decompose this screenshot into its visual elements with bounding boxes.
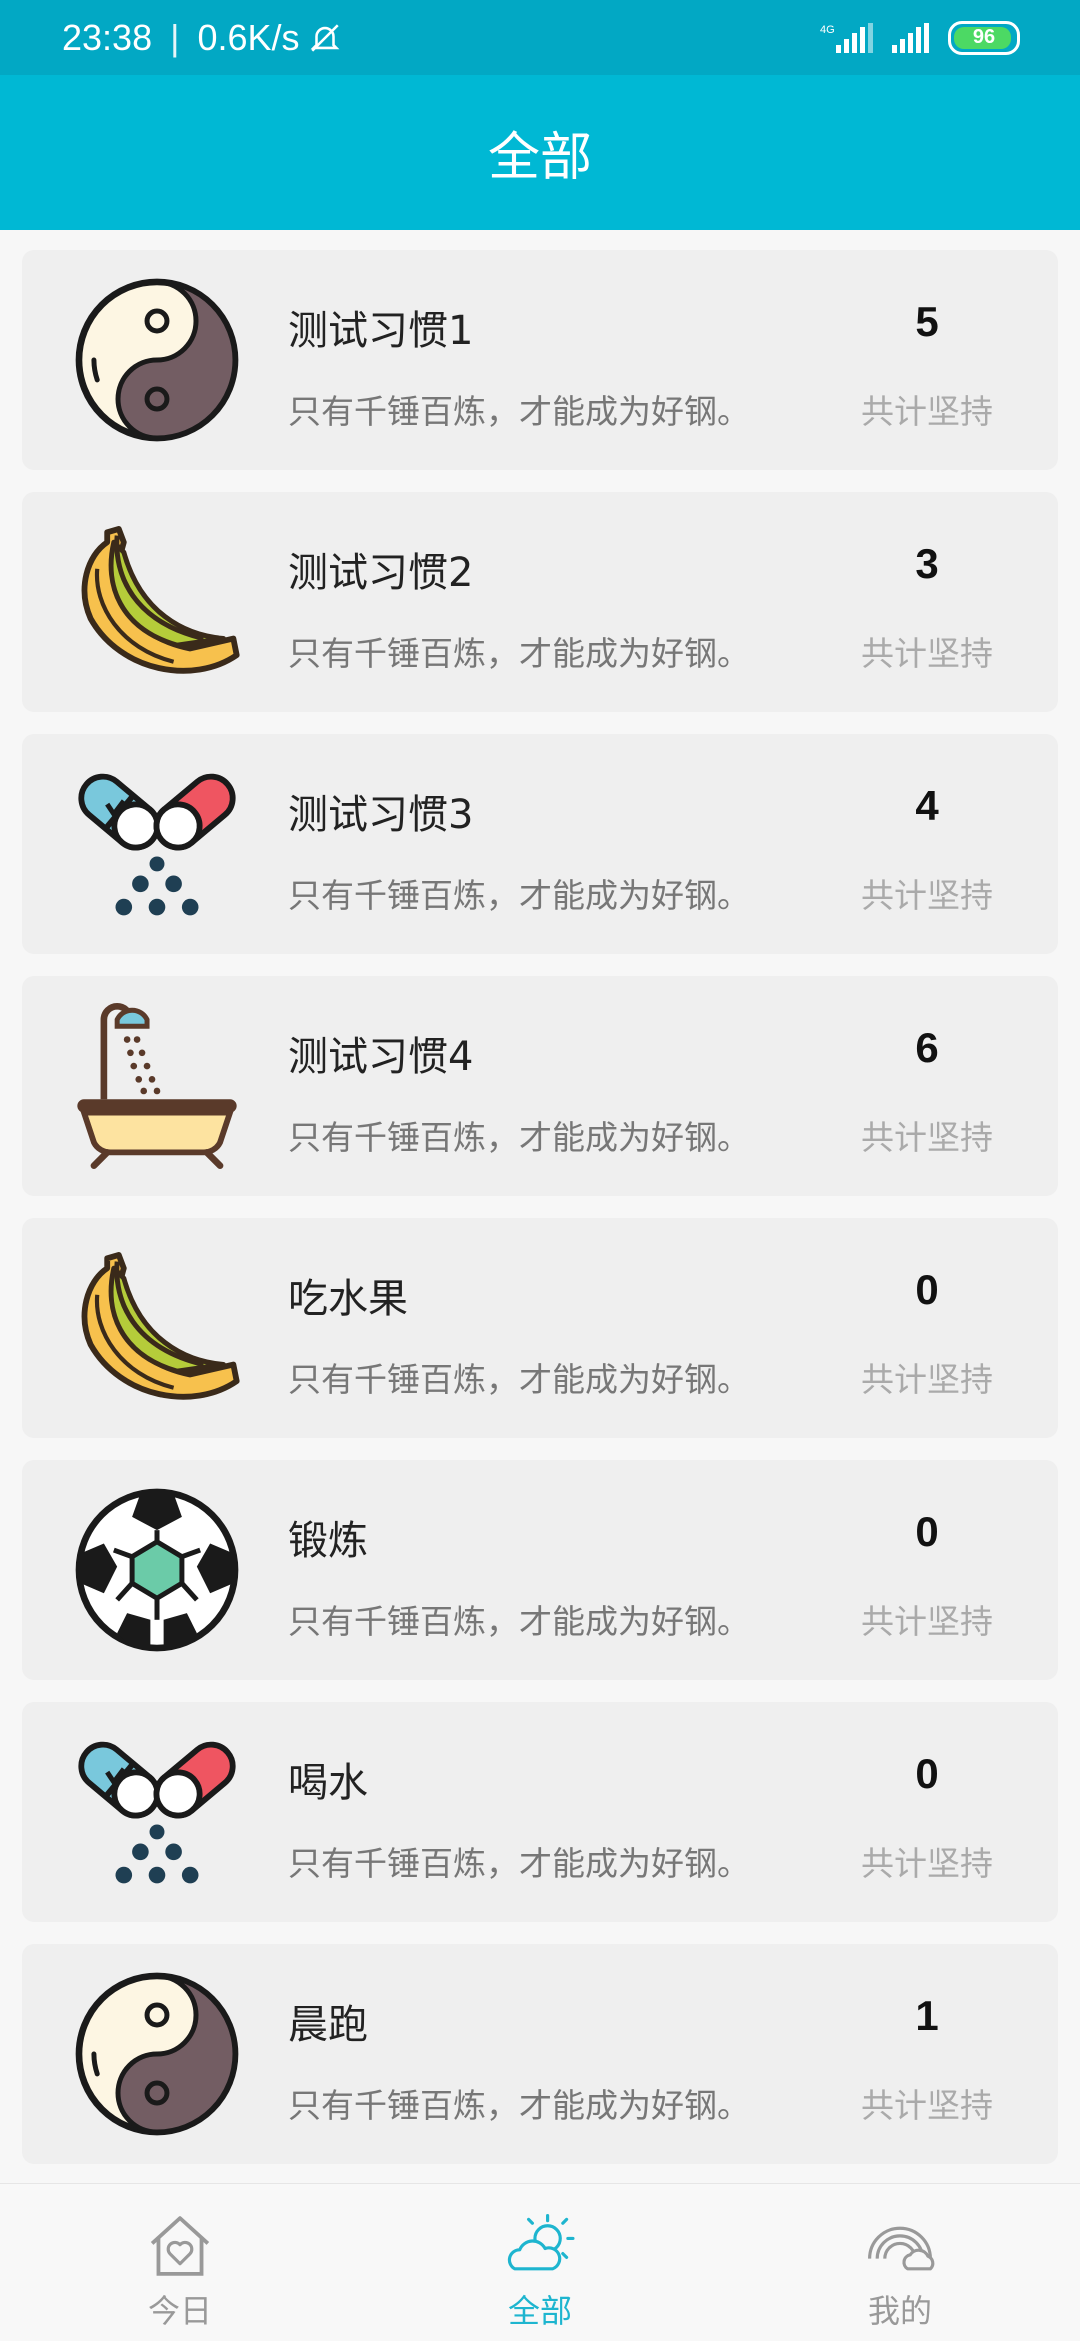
banana-icon: [74, 519, 240, 685]
habit-count-label: 共计坚持: [861, 876, 993, 915]
habit-count: 3: [915, 540, 939, 587]
habit-card[interactable]: 测试习惯1 只有千锤百炼，才能成为好钢。 5 共计坚持: [22, 250, 1058, 470]
habit-name: 测试习惯1: [288, 308, 474, 354]
tab-today[interactable]: 今日: [60, 2184, 300, 2341]
cellular-signal-icon: [892, 22, 929, 53]
habit-motto: 只有千锤百炼，才能成为好钢。: [288, 1844, 750, 1883]
cellular-signal-4g-icon: 4G: [820, 22, 873, 53]
habit-name: 测试习惯2: [288, 550, 474, 596]
status-separator: |: [170, 16, 180, 58]
tab-all-label: 全部: [507, 2292, 572, 2330]
status-bar: 23:38 | 0.6K/s 4G 96: [0, 0, 1080, 75]
app-header: 全部: [0, 75, 1080, 230]
habit-name: 晨跑: [288, 2002, 368, 2048]
tab-mine[interactable]: 我的: [780, 2184, 1020, 2341]
habit-card[interactable]: 锻炼 只有千锤百炼，才能成为好钢。 0 共计坚持: [22, 1460, 1058, 1680]
habit-count: 4: [915, 782, 939, 829]
habit-motto: 只有千锤百炼，才能成为好钢。: [288, 876, 750, 915]
network-type-label: 4G: [820, 24, 835, 36]
status-right: 4G 96: [818, 0, 1020, 75]
status-left: 23:38 | 0.6K/s: [62, 0, 342, 75]
habit-count: 6: [915, 1024, 939, 1071]
habit-count-label: 共计坚持: [861, 634, 993, 673]
bottom-tab-bar: 今日 全部 我的: [0, 2183, 1080, 2341]
habit-motto: 只有千锤百炼，才能成为好钢。: [288, 1118, 750, 1157]
habit-motto: 只有千锤百炼，才能成为好钢。: [288, 2086, 750, 2125]
page-title: 全部: [487, 128, 592, 188]
habit-name: 吃水果: [288, 1276, 408, 1322]
habit-name: 测试习惯4: [288, 1034, 474, 1080]
sun-cloud-icon: [507, 2214, 575, 2271]
habit-card[interactable]: 喝水 只有千锤百炼，才能成为好钢。 0 共计坚持: [22, 1702, 1058, 1922]
habit-motto: 只有千锤百炼，才能成为好钢。: [288, 634, 750, 673]
tab-mine-label: 我的: [867, 2292, 932, 2330]
habit-count-label: 共计坚持: [861, 1360, 993, 1399]
habit-count: 0: [915, 1508, 939, 1555]
habit-list[interactable]: 测试习惯1 只有千锤百炼，才能成为好钢。 5 共计坚持 测试习惯2 只有千锤百炼…: [0, 230, 1080, 2180]
battery-level: 96: [972, 26, 996, 48]
habit-card[interactable]: 测试习惯4 只有千锤百炼，才能成为好钢。 6 共计坚持: [22, 976, 1058, 1196]
battery-icon: 96: [948, 20, 1020, 55]
pills-icon: [74, 761, 240, 927]
habit-count: 0: [915, 1266, 939, 1313]
pills-icon: [74, 1729, 240, 1895]
soccer-ball-icon: [74, 1487, 240, 1653]
status-time: 23:38: [62, 16, 153, 58]
habit-count-label: 共计坚持: [861, 2086, 993, 2125]
habit-count-label: 共计坚持: [861, 1118, 993, 1157]
habit-count-label: 共计坚持: [861, 1602, 993, 1641]
bathtub-icon: [74, 1003, 240, 1169]
tab-today-label: 今日: [147, 2292, 212, 2330]
habit-name: 测试习惯3: [288, 792, 474, 838]
status-network-speed: 0.6K/s: [197, 16, 300, 58]
house-heart-icon: [150, 2216, 210, 2276]
bell-muted-icon: [310, 23, 339, 52]
habit-count: 1: [915, 1992, 939, 2039]
habit-count-label: 共计坚持: [861, 392, 993, 431]
yin-yang-icon: [74, 1971, 240, 2137]
habit-count: 0: [915, 1750, 939, 1797]
habit-card[interactable]: 测试习惯2 只有千锤百炼，才能成为好钢。 3 共计坚持: [22, 492, 1058, 712]
habit-card[interactable]: 吃水果 只有千锤百炼，才能成为好钢。 0 共计坚持: [22, 1218, 1058, 1438]
habit-motto: 只有千锤百炼，才能成为好钢。: [288, 1602, 750, 1641]
habit-name: 喝水: [288, 1760, 368, 1806]
habit-count-label: 共计坚持: [861, 1844, 993, 1883]
habit-motto: 只有千锤百炼，才能成为好钢。: [288, 392, 750, 431]
habit-card[interactable]: 测试习惯3 只有千锤百炼，才能成为好钢。 4 共计坚持: [22, 734, 1058, 954]
banana-icon: [74, 1245, 240, 1411]
habit-name: 锻炼: [288, 1518, 368, 1564]
tab-all[interactable]: 全部: [420, 2184, 660, 2341]
habit-motto: 只有千锤百炼，才能成为好钢。: [288, 1360, 750, 1399]
habit-count: 5: [915, 298, 939, 345]
habit-card[interactable]: 晨跑 只有千锤百炼，才能成为好钢。 1 共计坚持: [22, 1944, 1058, 2164]
rainbow-cloud-icon: [868, 2226, 935, 2271]
yin-yang-icon: [74, 277, 240, 443]
